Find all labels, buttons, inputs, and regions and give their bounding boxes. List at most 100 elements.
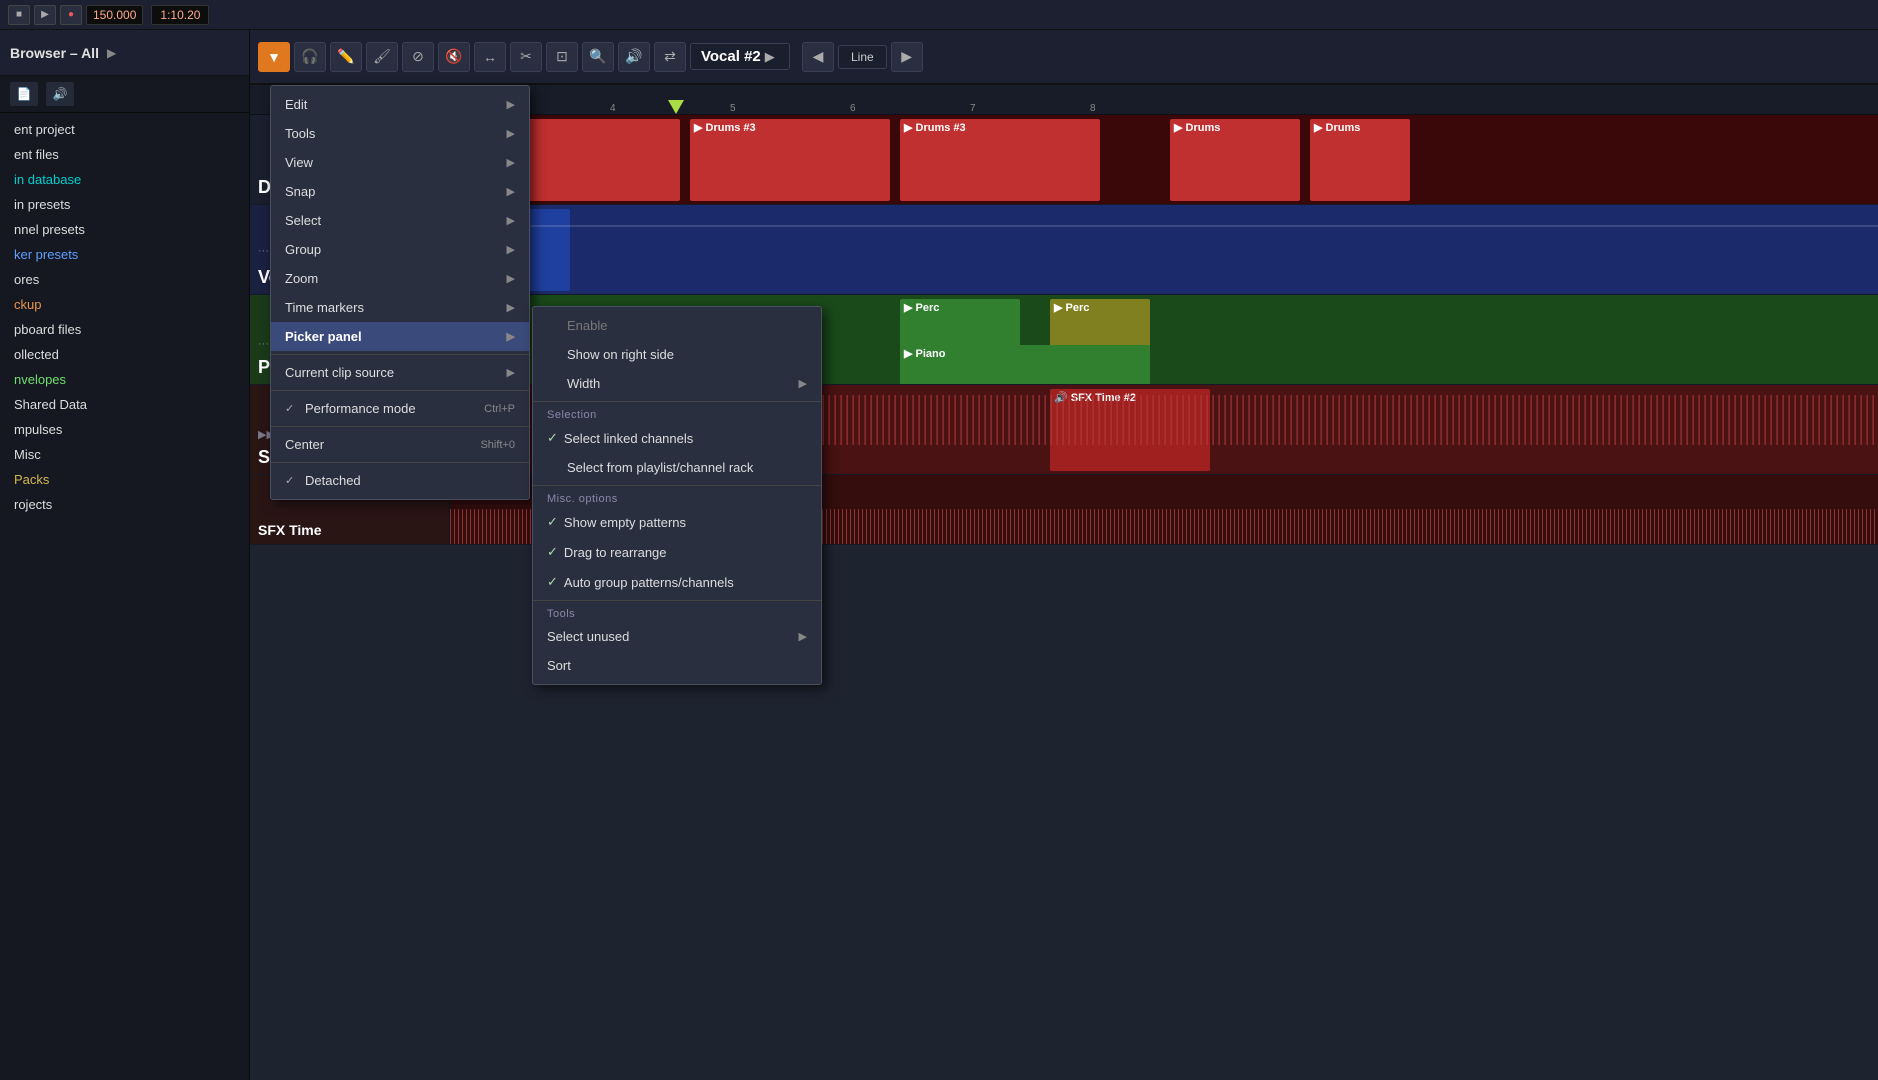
top-bar: ■ ▶ ● 150.000 1:10.20 — [0, 0, 1878, 30]
context-menu-main: Edit ▶ Tools ▶ View ▶ Snap ▶ Select ▶ Gr… — [270, 85, 530, 500]
record-button[interactable]: ● — [60, 5, 82, 25]
submenu-section-misc: Misc. options — [533, 489, 821, 507]
marker-5: 5 — [730, 103, 736, 114]
sidebar-item-0[interactable]: ent project — [0, 117, 249, 142]
play-button[interactable]: ▶ — [34, 5, 56, 25]
submenu-section-tools: Tools — [533, 604, 821, 622]
track-content-drums[interactable]: ▶ Drums #3 ▶ Drums #3 ▶ Drums #3 ▶ Drums… — [450, 115, 1878, 204]
sidebar-item-8[interactable]: pboard files — [0, 317, 249, 342]
erase-tool[interactable]: ⊘ — [402, 42, 434, 72]
clip-drums-5[interactable]: ▶ Drums — [1310, 119, 1410, 201]
menu-time-markers[interactable]: Time markers ▶ — [271, 293, 529, 322]
track-name-sfxtime: SFX Time — [258, 522, 441, 538]
zoom-tool[interactable]: 🔍 — [582, 42, 614, 72]
menu-center[interactable]: Center Shift+0 — [271, 430, 529, 459]
submenu-width[interactable]: ✓ Width ▶ — [533, 369, 821, 398]
sidebar-item-14[interactable]: Packs — [0, 467, 249, 492]
sidebar-item-9[interactable]: ollected — [0, 342, 249, 367]
sidebar-icons: 📄 🔊 — [0, 76, 249, 113]
menu-zoom[interactable]: Zoom ▶ — [271, 264, 529, 293]
sidebar-item-13[interactable]: Misc — [0, 442, 249, 467]
marker-6: 6 — [850, 103, 856, 114]
slip-tool[interactable]: ↔ — [474, 42, 506, 72]
playhead[interactable] — [668, 100, 684, 114]
sidebar-item-1[interactable]: ent files — [0, 142, 249, 167]
menu-performance-mode[interactable]: ✓ Performance mode Ctrl+P — [271, 394, 529, 423]
submenu-select-from[interactable]: ✓ Select from playlist/channel rack — [533, 453, 821, 482]
mute-tool[interactable]: 🔇 — [438, 42, 470, 72]
menu-divider-4 — [271, 462, 529, 463]
stop-button[interactable]: ■ — [8, 5, 30, 25]
clip-drums-4[interactable]: ▶ Drums — [1170, 119, 1300, 201]
bpm-display: 150.000 — [86, 5, 143, 25]
menu-snap[interactable]: Snap ▶ — [271, 177, 529, 206]
submenu-select-unused[interactable]: Select unused ▶ — [533, 622, 821, 651]
pan-tool[interactable]: ⇄ — [654, 42, 686, 72]
browser-title: Browser – All — [10, 45, 99, 61]
menu-divider-2 — [271, 390, 529, 391]
main-toolbar: ▼ 🎧 ✏️ 🖌 ⊘ 🔇 ↔ ✂ ⊡ 🔍 🔊 ⇄ Vocal #2 ▶ ◀ Li… — [250, 30, 1878, 85]
sidebar-item-15[interactable]: rojects — [0, 492, 249, 517]
submenu-show-right[interactable]: ✓ Show on right side — [533, 340, 821, 369]
submenu-sort[interactable]: Sort — [533, 651, 821, 680]
sidebar-item-4[interactable]: nnel presets — [0, 217, 249, 242]
menu-tools[interactable]: Tools ▶ — [271, 119, 529, 148]
marker-8: 8 — [1090, 103, 1096, 114]
sidebar-item-11[interactable]: Shared Data — [0, 392, 249, 417]
sidebar-item-2[interactable]: in database — [0, 167, 249, 192]
cut-tool[interactable]: ✂ — [510, 42, 542, 72]
submenu-section-selection: Selection — [533, 405, 821, 423]
sidebar-items-list: ent project ent files in database in pre… — [0, 113, 249, 521]
menu-select[interactable]: Select ▶ — [271, 206, 529, 235]
time-display: 1:10.20 — [151, 5, 209, 25]
sidebar-item-12[interactable]: mpulses — [0, 417, 249, 442]
menu-view[interactable]: View ▶ — [271, 148, 529, 177]
submenu-divider-1 — [533, 401, 821, 402]
paint-tool[interactable]: 🖌 — [366, 42, 398, 72]
browser-arrow: ▶ — [107, 46, 116, 60]
submenu-divider-2 — [533, 485, 821, 486]
clip-drums-3[interactable]: ▶ Drums #3 — [900, 119, 1100, 201]
sidebar-item-5[interactable]: ker presets — [0, 242, 249, 267]
menu-group[interactable]: Group ▶ — [271, 235, 529, 264]
vocal-label: Vocal #2 — [701, 48, 761, 65]
sidebar-icon-file[interactable]: 📄 — [10, 82, 38, 106]
track-content-vocal[interactable]: ▶ Vocal — [450, 205, 1878, 294]
submenu-divider-3 — [533, 600, 821, 601]
marker-4: 4 — [610, 103, 616, 114]
arrow-icon: ▶ — [765, 49, 775, 65]
menu-picker-panel[interactable]: Picker panel ▶ — [271, 322, 529, 351]
line-select-right[interactable]: ▶ — [891, 42, 923, 72]
line-select[interactable]: Line — [838, 45, 887, 69]
menu-button[interactable]: ▼ — [258, 42, 290, 72]
track-name-display: Vocal #2 ▶ — [690, 43, 790, 70]
marker-7: 7 — [970, 103, 976, 114]
select-tool[interactable]: ⊡ — [546, 42, 578, 72]
perf-check: ✓ — [285, 402, 299, 415]
sidebar-item-6[interactable]: ores — [0, 267, 249, 292]
detach-check: ✓ — [285, 474, 299, 487]
sidebar-item-7[interactable]: ckup — [0, 292, 249, 317]
volume-tool[interactable]: 🔊 — [618, 42, 650, 72]
sidebar-header: Browser – All ▶ — [0, 30, 249, 76]
menu-detached[interactable]: ✓ Detached — [271, 466, 529, 495]
sidebar-icon-audio[interactable]: 🔊 — [46, 82, 74, 106]
submenu-enable[interactable]: ✓ Enable — [533, 311, 821, 340]
submenu-select-linked[interactable]: ✓ Select linked channels — [533, 423, 821, 453]
transport-controls: ■ ▶ ● 150.000 1:10.20 — [0, 5, 217, 25]
sidebar: Browser – All ▶ 📄 🔊 ent project ent file… — [0, 30, 250, 1080]
submenu-auto-group[interactable]: ✓ Auto group patterns/channels — [533, 567, 821, 597]
headphone-button[interactable]: 🎧 — [294, 42, 326, 72]
menu-divider-1 — [271, 354, 529, 355]
submenu-show-empty[interactable]: ✓ Show empty patterns — [533, 507, 821, 537]
menu-current-clip[interactable]: Current clip source ▶ — [271, 358, 529, 387]
sidebar-item-10[interactable]: nvelopes — [0, 367, 249, 392]
clip-piano-1[interactable]: ▶ Piano — [900, 345, 1150, 384]
draw-tool[interactable]: ✏️ — [330, 42, 362, 72]
menu-edit[interactable]: Edit ▶ — [271, 90, 529, 119]
clip-drums-2[interactable]: ▶ Drums #3 — [690, 119, 890, 201]
sidebar-item-3[interactable]: in presets — [0, 192, 249, 217]
context-menu-picker-panel: ✓ Enable ✓ Show on right side ✓ Width ▶ … — [532, 306, 822, 685]
line-select-left[interactable]: ◀ — [802, 42, 834, 72]
submenu-drag-rearrange[interactable]: ✓ Drag to rearrange — [533, 537, 821, 567]
